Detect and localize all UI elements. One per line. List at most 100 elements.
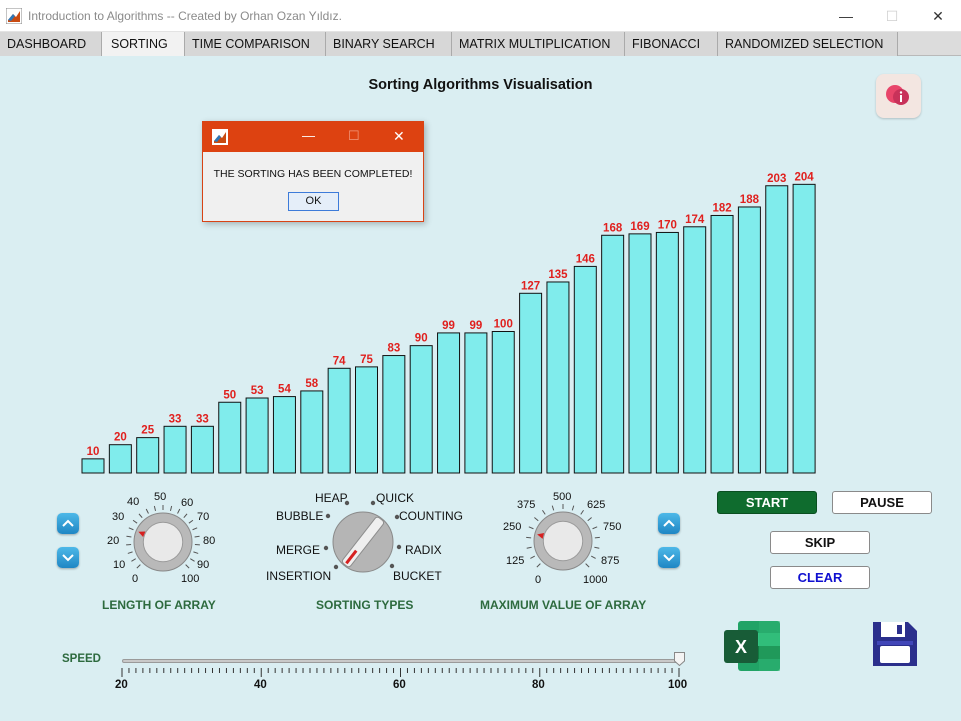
bar-value-label: 75 [360, 354, 373, 366]
length-caption: LENGTH OF ARRAY [102, 598, 216, 612]
dialog-ok-button[interactable]: OK [288, 192, 339, 211]
clear-button[interactable]: CLEAR [770, 566, 870, 589]
sort-option-dot [325, 513, 331, 519]
dial-tick [192, 527, 198, 531]
sort-option-bucket: BUCKET [393, 569, 442, 583]
bar-value-label: 25 [141, 425, 154, 437]
bar [573, 265, 597, 474]
dial-tick [183, 513, 188, 518]
length-tick-0: 0 [132, 573, 139, 585]
dial-tick [177, 508, 181, 514]
skip-button[interactable]: SKIP [770, 531, 870, 554]
dial-tick [536, 563, 541, 568]
bar [710, 214, 734, 474]
bar-value-label: 74 [333, 355, 346, 367]
bar [190, 425, 214, 474]
max-decrease-button[interactable] [658, 547, 680, 568]
dial-tick [131, 558, 136, 562]
dial-tick [587, 517, 592, 522]
bar [519, 292, 543, 474]
sort-option-insertion: INSERTION [266, 569, 332, 583]
chevron-up-icon [62, 519, 74, 527]
bar [272, 396, 296, 474]
save-icon[interactable] [870, 619, 920, 669]
dial-tick [542, 509, 546, 515]
dial-tick [127, 551, 133, 554]
bar-value-label: 127 [521, 280, 540, 292]
chevron-down-icon [663, 554, 675, 562]
sort-option-merge: MERGE [276, 543, 321, 557]
bar-value-label: 10 [87, 446, 100, 458]
dialog-maximize-button[interactable]: ☐ [348, 128, 360, 144]
dialog-minimize-button[interactable]: — [302, 128, 315, 143]
dial-tick [194, 535, 200, 538]
sort-option-heap: HEAP [315, 491, 348, 505]
bar-value-label: 188 [740, 194, 760, 206]
completion-dialog: — ☐ ✕ THE SORTING HAS BEEN COMPLETED! OK [202, 121, 424, 222]
length-tick-70: 70 [197, 511, 210, 523]
sorting-bar-chart: 10 20 25 33 33 50 53 54 58 74 75 83 90 99 99 100 127 135 1… [81, 171, 816, 474]
pause-button[interactable]: PAUSE [832, 491, 932, 514]
bar [655, 231, 679, 474]
bar-value-label: 99 [470, 320, 483, 332]
sort-option-dot [323, 545, 329, 551]
length-tick-80: 80 [203, 535, 216, 547]
speed-tick-80: 80 [532, 679, 545, 691]
length-decrease-button[interactable] [57, 547, 79, 568]
dial-cap [542, 520, 584, 562]
dialog-app-icon [212, 129, 228, 145]
bar [245, 397, 269, 474]
max-tick-625: 625 [587, 499, 606, 511]
bar [327, 367, 351, 474]
bar-value-label: 135 [548, 269, 568, 281]
dial-tick [534, 517, 539, 522]
bar [491, 331, 515, 474]
length-tick-100: 100 [181, 573, 200, 585]
max-increase-button[interactable] [658, 513, 680, 534]
excel-letter: X [735, 637, 747, 657]
speed-slider-track[interactable] [122, 659, 679, 663]
length-tick-10: 10 [113, 559, 126, 571]
length-tick-50: 50 [154, 491, 167, 503]
bar-value-label: 146 [576, 253, 595, 265]
bar [792, 183, 816, 474]
bar [683, 226, 707, 474]
bar [163, 425, 187, 474]
dial-tick [188, 519, 194, 524]
chevron-up-icon [663, 519, 675, 527]
bar [355, 366, 378, 474]
bar-value-label: 168 [603, 222, 623, 234]
speed-slider-thumb[interactable] [674, 652, 685, 666]
dialog-close-button[interactable]: ✕ [393, 128, 405, 145]
bar [108, 444, 132, 474]
dial-tick [585, 563, 590, 568]
excel-export-icon[interactable]: X [724, 619, 782, 673]
max-tick-1000: 1000 [583, 574, 608, 586]
bar [300, 390, 324, 474]
sort-option-dot [389, 563, 395, 569]
sort-option-quick: QUICK [376, 491, 415, 505]
bar-value-label: 33 [196, 413, 209, 425]
dial-tick [145, 508, 149, 514]
dial-tick [530, 555, 536, 559]
speed-slider-ticks [121, 668, 680, 677]
speed-tick-40: 40 [254, 679, 267, 691]
start-button[interactable]: START [717, 491, 817, 514]
dial-tick [526, 546, 532, 549]
max-tick-375: 375 [517, 499, 536, 511]
dial-tick [190, 558, 195, 562]
length-tick-40: 40 [127, 496, 140, 508]
dial-tick [169, 505, 173, 512]
bar-value-label: 90 [415, 333, 428, 345]
bar-value-label: 204 [795, 171, 815, 183]
length-increase-button[interactable] [57, 513, 79, 534]
max-tick-875: 875 [601, 555, 620, 567]
length-tick-30: 30 [112, 511, 125, 523]
speed-tick-100: 100 [668, 679, 688, 691]
dial-tick [132, 519, 138, 524]
dial-cap [142, 521, 184, 563]
sort-option-counting: COUNTING [399, 509, 463, 523]
bar [409, 345, 433, 474]
length-tick-60: 60 [181, 497, 194, 509]
dialog-titlebar: — ☐ ✕ [203, 122, 423, 152]
